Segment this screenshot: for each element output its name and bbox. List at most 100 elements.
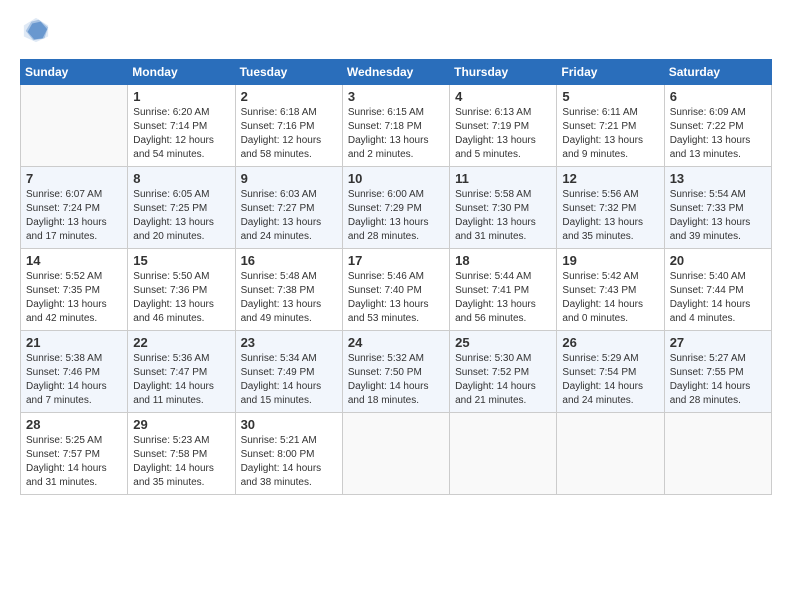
- day-number: 9: [241, 171, 337, 186]
- page-container: SundayMondayTuesdayWednesdayThursdayFrid…: [0, 0, 792, 505]
- day-info: Sunrise: 5:25 AM Sunset: 7:57 PM Dayligh…: [26, 434, 122, 490]
- day-number: 20: [670, 253, 766, 268]
- day-info: Sunrise: 5:52 AM Sunset: 7:35 PM Dayligh…: [26, 270, 122, 326]
- calendar-day-cell: 16Sunrise: 5:48 AM Sunset: 7:38 PM Dayli…: [235, 249, 342, 331]
- day-number: 30: [241, 417, 337, 432]
- day-info: Sunrise: 5:54 AM Sunset: 7:33 PM Dayligh…: [670, 188, 766, 244]
- calendar-header-row: SundayMondayTuesdayWednesdayThursdayFrid…: [21, 60, 772, 85]
- calendar-day-cell: 4 Sunrise: 6:13 AM Sunset: 7:19 PM Daylig…: [450, 85, 557, 167]
- calendar-day-cell: 20Sunrise: 5:40 AM Sunset: 7:44 PM Dayli…: [664, 249, 771, 331]
- calendar-day-cell: 11 Sunrise: 5:58 AM Sunset: 7:30 PM Dayli…: [450, 167, 557, 249]
- day-info: Sunrise: 6:03 AM Sunset: 7:27 PM Dayligh…: [241, 188, 337, 244]
- calendar-day-cell: 15Sunrise: 5:50 AM Sunset: 7:36 PM Dayli…: [128, 249, 235, 331]
- calendar-day-cell: 12 Sunrise: 5:56 AM Sunset: 7:32 PM Dayli…: [557, 167, 664, 249]
- day-number: 13: [670, 171, 766, 186]
- calendar-day-cell: 14 Sunrise: 5:52 AM Sunset: 7:35 PM Dayli…: [21, 249, 128, 331]
- calendar-day-cell: 8 Sunrise: 6:05 AM Sunset: 7:25 PM Daylig…: [128, 167, 235, 249]
- day-info: Sunrise: 5:56 AM Sunset: 7:32 PM Dayligh…: [562, 188, 658, 244]
- day-info: Sunrise: 5:44 AM Sunset: 7:41 PM Dayligh…: [455, 270, 551, 326]
- day-number: 1: [133, 89, 229, 104]
- day-info: Sunrise: 6:00 AM Sunset: 7:29 PM Dayligh…: [348, 188, 444, 244]
- day-info: Sunrise: 6:11 AM Sunset: 7:21 PM Dayligh…: [562, 106, 658, 162]
- day-number: 27: [670, 335, 766, 350]
- calendar-header-cell: Friday: [557, 60, 664, 85]
- calendar-day-cell: 29 Sunrise: 5:23 AM Sunset: 7:58 PM Dayli…: [128, 413, 235, 495]
- calendar-day-cell: 2Sunrise: 6:18 AM Sunset: 7:16 PM Daylig…: [235, 85, 342, 167]
- calendar-day-cell: 23 Sunrise: 5:34 AM Sunset: 7:49 PM Dayli…: [235, 331, 342, 413]
- calendar-day-cell: 10 Sunrise: 6:00 AM Sunset: 7:29 PM Dayli…: [342, 167, 449, 249]
- calendar-day-cell: 26 Sunrise: 5:29 AM Sunset: 7:54 PM Dayli…: [557, 331, 664, 413]
- calendar-header-cell: Tuesday: [235, 60, 342, 85]
- calendar-day-cell: 28 Sunrise: 5:25 AM Sunset: 7:57 PM Dayli…: [21, 413, 128, 495]
- calendar-week-row: 21Sunrise: 5:38 AM Sunset: 7:46 PM Dayli…: [21, 331, 772, 413]
- day-number: 25: [455, 335, 551, 350]
- day-number: 21: [26, 335, 122, 350]
- logo: [20, 16, 50, 49]
- calendar-body: 1 Sunrise: 6:20 AM Sunset: 7:14 PM Daylig…: [21, 85, 772, 495]
- calendar-day-cell: 6Sunrise: 6:09 AM Sunset: 7:22 PM Daylig…: [664, 85, 771, 167]
- day-info: Sunrise: 6:15 AM Sunset: 7:18 PM Dayligh…: [348, 106, 444, 162]
- day-number: 14: [26, 253, 122, 268]
- calendar-header-cell: Thursday: [450, 60, 557, 85]
- calendar-day-cell: [450, 413, 557, 495]
- header: [20, 16, 772, 49]
- calendar-day-cell: 3 Sunrise: 6:15 AM Sunset: 7:18 PM Daylig…: [342, 85, 449, 167]
- calendar-week-row: 14 Sunrise: 5:52 AM Sunset: 7:35 PM Dayli…: [21, 249, 772, 331]
- day-number: 19: [562, 253, 658, 268]
- day-info: Sunrise: 5:23 AM Sunset: 7:58 PM Dayligh…: [133, 434, 229, 490]
- day-info: Sunrise: 5:27 AM Sunset: 7:55 PM Dayligh…: [670, 352, 766, 408]
- day-number: 4: [455, 89, 551, 104]
- day-number: 18: [455, 253, 551, 268]
- calendar-header-cell: Sunday: [21, 60, 128, 85]
- day-number: 22: [133, 335, 229, 350]
- day-number: 24: [348, 335, 444, 350]
- day-number: 3: [348, 89, 444, 104]
- calendar-day-cell: [664, 413, 771, 495]
- calendar-day-cell: 18 Sunrise: 5:44 AM Sunset: 7:41 PM Dayli…: [450, 249, 557, 331]
- day-info: Sunrise: 5:30 AM Sunset: 7:52 PM Dayligh…: [455, 352, 551, 408]
- day-info: Sunrise: 6:07 AM Sunset: 7:24 PM Dayligh…: [26, 188, 122, 244]
- calendar-header-cell: Saturday: [664, 60, 771, 85]
- calendar-day-cell: [557, 413, 664, 495]
- calendar-day-cell: 22 Sunrise: 5:36 AM Sunset: 7:47 PM Dayli…: [128, 331, 235, 413]
- day-number: 29: [133, 417, 229, 432]
- calendar-day-cell: 17Sunrise: 5:46 AM Sunset: 7:40 PM Dayli…: [342, 249, 449, 331]
- day-number: 26: [562, 335, 658, 350]
- calendar-day-cell: 1 Sunrise: 6:20 AM Sunset: 7:14 PM Daylig…: [128, 85, 235, 167]
- day-info: Sunrise: 6:20 AM Sunset: 7:14 PM Dayligh…: [133, 106, 229, 162]
- logo-icon: [22, 16, 50, 44]
- day-info: Sunrise: 5:42 AM Sunset: 7:43 PM Dayligh…: [562, 270, 658, 326]
- day-info: Sunrise: 6:13 AM Sunset: 7:19 PM Dayligh…: [455, 106, 551, 162]
- day-info: Sunrise: 5:46 AM Sunset: 7:40 PM Dayligh…: [348, 270, 444, 326]
- day-number: 7: [26, 171, 122, 186]
- calendar-day-cell: 9 Sunrise: 6:03 AM Sunset: 7:27 PM Daylig…: [235, 167, 342, 249]
- day-info: Sunrise: 5:58 AM Sunset: 7:30 PM Dayligh…: [455, 188, 551, 244]
- calendar-day-cell: 25 Sunrise: 5:30 AM Sunset: 7:52 PM Dayli…: [450, 331, 557, 413]
- day-number: 11: [455, 171, 551, 186]
- day-info: Sunrise: 6:18 AM Sunset: 7:16 PM Dayligh…: [241, 106, 337, 162]
- calendar-day-cell: 7 Sunrise: 6:07 AM Sunset: 7:24 PM Daylig…: [21, 167, 128, 249]
- calendar-week-row: 1 Sunrise: 6:20 AM Sunset: 7:14 PM Daylig…: [21, 85, 772, 167]
- calendar-day-cell: 27 Sunrise: 5:27 AM Sunset: 7:55 PM Dayli…: [664, 331, 771, 413]
- day-number: 10: [348, 171, 444, 186]
- day-number: 15: [133, 253, 229, 268]
- calendar-day-cell: 24 Sunrise: 5:32 AM Sunset: 7:50 PM Dayli…: [342, 331, 449, 413]
- day-number: 8: [133, 171, 229, 186]
- day-info: Sunrise: 5:34 AM Sunset: 7:49 PM Dayligh…: [241, 352, 337, 408]
- day-number: 23: [241, 335, 337, 350]
- calendar-day-cell: [21, 85, 128, 167]
- calendar-week-row: 28 Sunrise: 5:25 AM Sunset: 7:57 PM Dayli…: [21, 413, 772, 495]
- day-info: Sunrise: 5:36 AM Sunset: 7:47 PM Dayligh…: [133, 352, 229, 408]
- calendar-week-row: 7 Sunrise: 6:07 AM Sunset: 7:24 PM Daylig…: [21, 167, 772, 249]
- calendar-header-cell: Wednesday: [342, 60, 449, 85]
- calendar-day-cell: 13 Sunrise: 5:54 AM Sunset: 7:33 PM Dayli…: [664, 167, 771, 249]
- day-number: 28: [26, 417, 122, 432]
- calendar-day-cell: 19 Sunrise: 5:42 AM Sunset: 7:43 PM Dayli…: [557, 249, 664, 331]
- day-info: Sunrise: 5:29 AM Sunset: 7:54 PM Dayligh…: [562, 352, 658, 408]
- calendar-day-cell: 21Sunrise: 5:38 AM Sunset: 7:46 PM Dayli…: [21, 331, 128, 413]
- day-info: Sunrise: 6:05 AM Sunset: 7:25 PM Dayligh…: [133, 188, 229, 244]
- day-info: Sunrise: 5:32 AM Sunset: 7:50 PM Dayligh…: [348, 352, 444, 408]
- day-number: 6: [670, 89, 766, 104]
- day-number: 12: [562, 171, 658, 186]
- calendar-day-cell: [342, 413, 449, 495]
